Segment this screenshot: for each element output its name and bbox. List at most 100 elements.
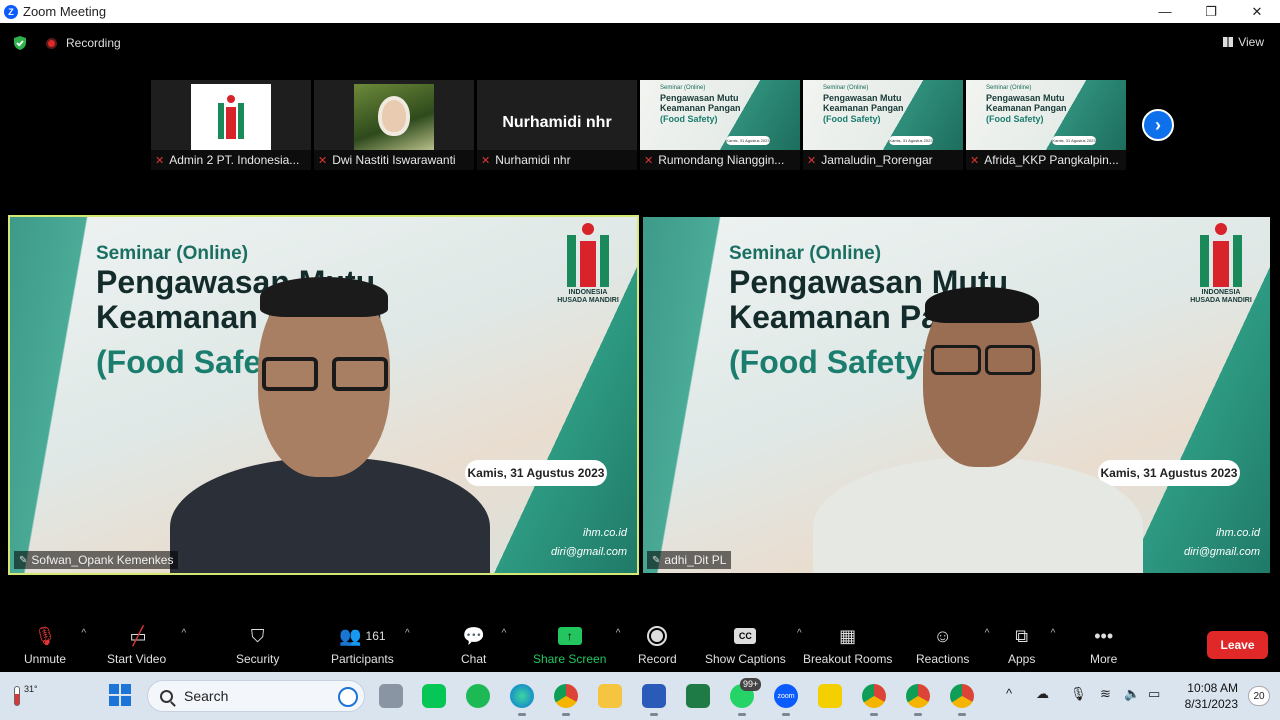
chrome-profile-icon[interactable] xyxy=(906,684,930,716)
pin-icon: ✎ xyxy=(19,554,28,566)
participant-thumbnail[interactable]: Nurhamidi nhr ✕ Nurhamidi nhr xyxy=(477,80,637,170)
file-explorer-icon[interactable] xyxy=(598,684,622,708)
chat-bubble-icon: 💬 xyxy=(462,625,485,646)
temperature: 31° xyxy=(24,684,38,694)
video-name-label: ✎ Sofwan_Opank Kemenkes xyxy=(14,551,179,569)
show-captions-button[interactable]: CC Show Captions ^ xyxy=(705,624,802,666)
participant-thumbnail[interactable]: Seminar (Online) Pengawasan Mutu Keamanan… xyxy=(803,80,963,170)
record-button[interactable]: Record xyxy=(638,624,677,666)
shield-icon[interactable] xyxy=(12,35,28,51)
mic-muted-icon: ✕ xyxy=(644,154,654,167)
more-button[interactable]: ••• More xyxy=(1090,624,1117,667)
minimize-button[interactable]: — xyxy=(1142,0,1188,23)
security-button[interactable]: ⛉ Security xyxy=(236,624,279,667)
reactions-button[interactable]: ☺ Reactions ^ xyxy=(916,624,989,667)
start-video-button[interactable]: ▭ ╱ Start Video ^ xyxy=(107,624,186,667)
share-screen-button[interactable]: ↑ Share Screen ^ xyxy=(533,624,620,666)
slide-website: ihm.co.id xyxy=(582,527,627,539)
ihm-logo: INDONESIA HUSADA MANDIRI xyxy=(1186,223,1256,311)
slide-email: diri@gmail.com xyxy=(1184,546,1260,558)
wifi-icon[interactable]: ≋ xyxy=(1100,686,1111,702)
sticky-notes-icon[interactable] xyxy=(818,684,842,708)
mic-muted-icon: ✕ xyxy=(155,154,165,167)
slide-subtitle: Seminar (Online) xyxy=(96,243,249,264)
windows-start-icon[interactable] xyxy=(109,684,131,706)
chrome-profile-icon[interactable] xyxy=(862,684,886,716)
close-button[interactable]: ✕ xyxy=(1234,0,1280,23)
system-clock[interactable]: 10:08 AM 8/31/2023 xyxy=(1185,680,1238,712)
mic-muted-icon: ✕ xyxy=(318,154,328,167)
chevron-up-icon[interactable]: ^ xyxy=(502,628,507,639)
chevron-up-icon[interactable]: ^ xyxy=(181,628,186,639)
zoom-app-icon[interactable]: zoom xyxy=(774,684,798,716)
next-page-chevron-icon[interactable]: › xyxy=(1142,109,1174,141)
window-controls: — ❐ ✕ xyxy=(1142,0,1280,23)
weather-widget[interactable]: 31° xyxy=(10,682,40,710)
grid-view-icon xyxy=(1223,37,1234,47)
video-tile-active-speaker[interactable]: Seminar (Online) Pengawasan Mutu Keamanan… xyxy=(8,215,639,575)
apps-button[interactable]: ⧉ Apps ^ xyxy=(1008,624,1055,667)
participant-thumbnail[interactable]: Seminar (Online) Pengawasan Mutu Keamanan… xyxy=(966,80,1126,170)
chevron-up-icon[interactable]: ^ xyxy=(405,628,410,639)
participant-display-name: Nurhamidi nhr xyxy=(502,114,612,131)
chat-button[interactable]: 💬 Chat ^ xyxy=(461,624,506,667)
participant-thumbnail[interactable]: ✕ Admin 2 PT. Indonesia... xyxy=(151,80,311,170)
breakout-rooms-button[interactable]: ▦ Breakout Rooms xyxy=(803,624,892,667)
video-tile[interactable]: Seminar (Online) Pengawasan Mutu Keamanan… xyxy=(643,217,1270,573)
breakout-rooms-icon: ▦ xyxy=(839,625,857,646)
restore-button[interactable]: ❐ xyxy=(1188,0,1234,23)
spotify-app-icon[interactable] xyxy=(466,684,490,708)
chrome-browser-icon[interactable] xyxy=(554,684,578,716)
mic-muted-icon: ✕ xyxy=(807,154,817,167)
chevron-up-icon[interactable]: ^ xyxy=(797,628,802,639)
notification-count-badge[interactable]: 20 xyxy=(1248,686,1270,706)
ihm-logo-icon xyxy=(214,95,248,139)
clock-date: 8/31/2023 xyxy=(1184,697,1238,711)
zoom-window: Z Zoom Meeting — ❐ ✕ Recording View ✕ Ad… xyxy=(0,0,1280,720)
whatsapp-app-icon[interactable]: 99+ xyxy=(730,678,762,716)
apps-icon: ⧉ xyxy=(1015,625,1029,646)
participant-name: ✕ Afrida_KKP Pangkalpin... xyxy=(966,150,1126,170)
battery-icon[interactable]: ▭ xyxy=(1148,686,1160,702)
view-button[interactable]: View xyxy=(1223,35,1264,49)
participants-button[interactable]: 👥 161 Participants ^ xyxy=(331,624,410,667)
participants-icon: 👥 161 xyxy=(339,625,386,646)
window-title: Zoom Meeting xyxy=(23,4,107,19)
edge-browser-icon[interactable] xyxy=(510,684,534,716)
recording-label[interactable]: Recording xyxy=(66,36,121,50)
chevron-up-icon[interactable]: ^ xyxy=(1051,628,1056,639)
mic-muted-icon: ✕ xyxy=(970,154,980,167)
video-name-label: ✎ adhi_Dit PL xyxy=(647,551,732,569)
word-app-icon[interactable] xyxy=(642,684,666,716)
chrome-profile-icon[interactable] xyxy=(950,684,974,716)
taskbar-search[interactable]: Search xyxy=(147,680,365,712)
participant-video-person xyxy=(813,287,1143,573)
participant-thumbnail[interactable]: ✕ Dwi Nastiti Iswarawanti xyxy=(314,80,474,170)
unmute-button[interactable]: 🎙 Unmute ^ xyxy=(24,624,86,667)
participant-name: ✕ Admin 2 PT. Indonesia... xyxy=(151,150,311,170)
profile-photo xyxy=(354,84,434,150)
chevron-up-icon[interactable]: ^ xyxy=(1006,686,1012,701)
cloud-icon[interactable]: ☁ xyxy=(1036,686,1049,702)
speaker-icon[interactable]: 🔈 xyxy=(1124,686,1140,702)
participant-thumbnail[interactable]: Seminar (Online) Pengawasan Mutu Keamanan… xyxy=(640,80,800,170)
share-screen-icon: ↑ xyxy=(557,624,582,648)
thermometer-icon xyxy=(14,686,20,706)
participant-name: ✕ Nurhamidi nhr xyxy=(477,150,637,170)
shared-slide-preview: Seminar (Online) Pengawasan Mutu Keamanan… xyxy=(803,80,963,150)
chevron-up-icon[interactable]: ^ xyxy=(985,628,990,639)
record-icon xyxy=(647,624,668,648)
excel-app-icon[interactable] xyxy=(686,684,710,708)
title-bar: Z Zoom Meeting — ❐ ✕ xyxy=(0,0,1280,23)
chevron-up-icon[interactable]: ^ xyxy=(616,628,621,639)
task-view-icon[interactable] xyxy=(379,684,403,708)
chevron-up-icon[interactable]: ^ xyxy=(81,628,86,639)
microphone-muted-icon: 🎙 xyxy=(33,625,57,646)
bing-icon[interactable] xyxy=(338,687,358,707)
ellipsis-icon: ••• xyxy=(1094,625,1114,646)
meeting-toolbar: 🎙 Unmute ^ ▭ ╱ Start Video ^ ⛉ Security 👥… xyxy=(0,616,1280,672)
leave-button[interactable]: Leave xyxy=(1207,631,1268,659)
closed-captions-icon: CC xyxy=(734,624,757,648)
line-app-icon[interactable] xyxy=(422,684,446,708)
microphone-icon[interactable]: 🎙 xyxy=(1070,686,1087,702)
